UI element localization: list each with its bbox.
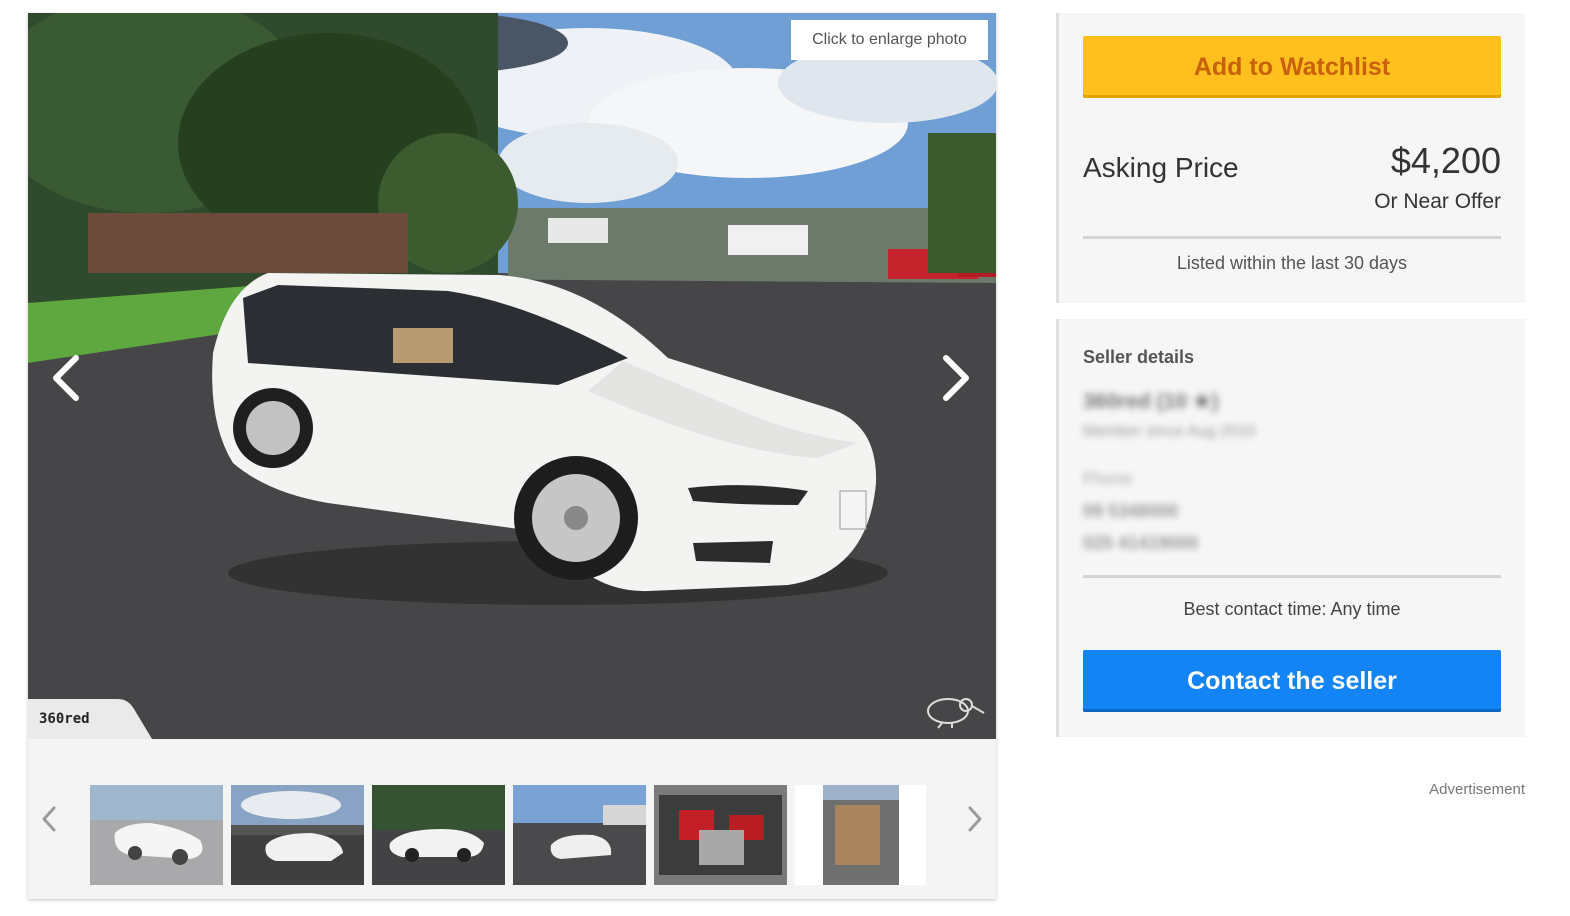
thumbnail-list (90, 785, 926, 885)
seller-card: Seller details 360red (10 ★) Member sinc… (1056, 319, 1525, 737)
add-to-watchlist-button[interactable]: Add to Watchlist (1083, 36, 1501, 98)
thumbnail-6[interactable] (795, 785, 926, 885)
car-photo-image (28, 13, 996, 739)
divider (1083, 575, 1501, 578)
advertisement-label: Advertisement (1429, 781, 1525, 798)
thumbnail-1[interactable] (90, 785, 223, 885)
phone-number-2[interactable]: 025 41419000 (1083, 533, 1198, 554)
asking-price: $4,200 (1390, 140, 1501, 181)
thumbnails-previous-button[interactable] (34, 801, 64, 837)
thumbnail-5[interactable] (654, 785, 787, 885)
main-photo[interactable]: Click to enlarge photo 360red (28, 13, 996, 739)
member-since: Member since Aug 2010 (1083, 423, 1256, 440)
chevron-left-icon (53, 355, 79, 401)
previous-photo-button[interactable] (46, 353, 86, 403)
photo-gallery: Click to enlarge photo 360red (28, 13, 996, 899)
chevron-left-icon (42, 806, 56, 832)
thumbnail-strip (28, 739, 996, 899)
seller-name[interactable]: 360red (10 ★) (1083, 389, 1219, 414)
chevron-right-icon (968, 806, 982, 832)
price-card: Add to Watchlist Asking Price $4,200 Or … (1056, 13, 1525, 303)
photo-watermark: 360red (39, 711, 90, 727)
best-contact-time: Best contact time: Any time (1183, 599, 1401, 619)
contact-seller-button[interactable]: Contact the seller (1083, 650, 1501, 712)
thumbnail-4[interactable] (513, 785, 646, 885)
phone-label: Phone (1083, 469, 1133, 488)
phone-number-1[interactable]: 09 5348000 (1083, 501, 1178, 522)
next-photo-button[interactable] (936, 353, 976, 403)
divider (1083, 236, 1501, 239)
chevron-right-icon (943, 355, 969, 401)
thumbnail-2[interactable] (231, 785, 364, 885)
price-note: Or Near Offer (1374, 190, 1501, 213)
seller-details-heading: Seller details (1083, 347, 1195, 367)
thumbnails-next-button[interactable] (960, 801, 990, 837)
kiwi-bird-icon (927, 698, 985, 729)
enlarge-photo-tip[interactable]: Click to enlarge photo (791, 20, 988, 60)
thumbnail-3[interactable] (372, 785, 505, 885)
asking-price-label: Asking Price (1083, 152, 1239, 183)
listed-date-text: Listed within the last 30 days (1176, 253, 1408, 273)
